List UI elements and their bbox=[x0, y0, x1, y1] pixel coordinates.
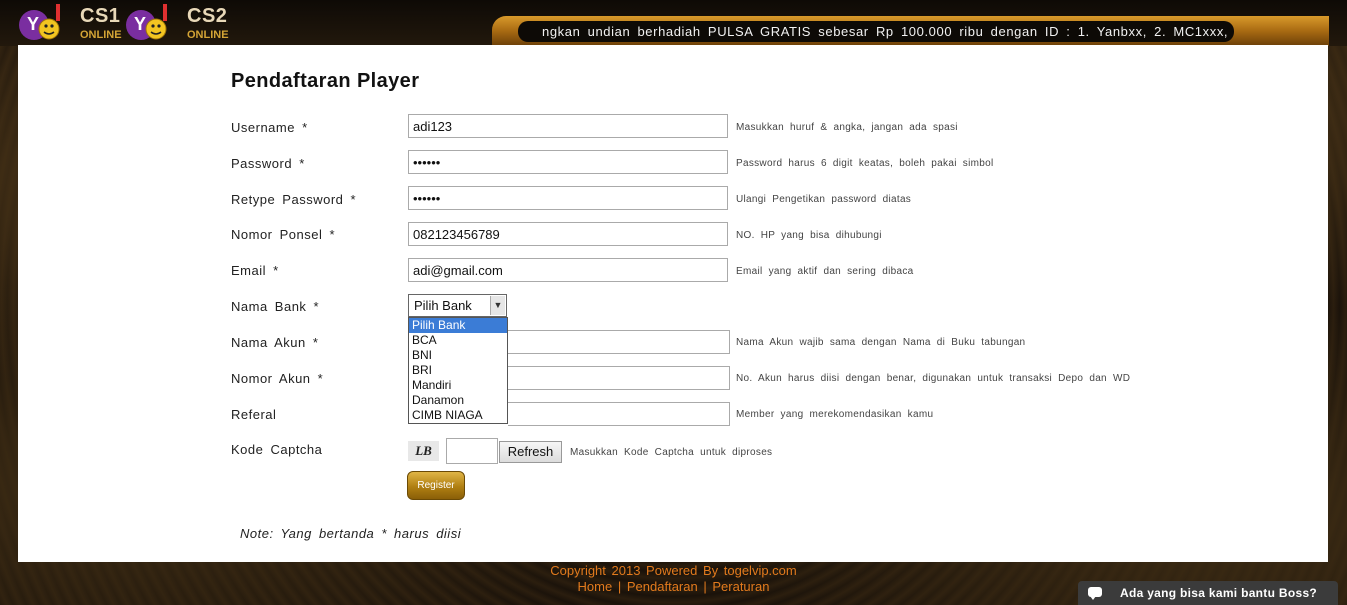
cs2-status: ONLINE bbox=[187, 29, 229, 41]
footer-link-peraturan[interactable]: Peraturan bbox=[712, 579, 769, 594]
bank-option[interactable]: Mandiri bbox=[409, 378, 507, 393]
phone-field[interactable] bbox=[408, 222, 728, 246]
cs1-label: CS1 bbox=[80, 5, 121, 27]
phone-label: Nomor Ponsel * bbox=[231, 227, 336, 242]
captcha-input[interactable] bbox=[446, 438, 498, 464]
cs1-badge[interactable]: Y CS1 ONLINE bbox=[18, 2, 128, 42]
bank-option[interactable]: BCA bbox=[409, 333, 507, 348]
account-name-label: Nama Akun * bbox=[231, 335, 319, 350]
bank-option[interactable]: Pilih Bank bbox=[409, 318, 507, 333]
page-title: Pendaftaran Player bbox=[231, 70, 420, 92]
register-button[interactable]: Register bbox=[407, 471, 465, 500]
email-field[interactable] bbox=[408, 258, 728, 282]
bank-option[interactable]: Danamon bbox=[409, 393, 507, 408]
retype-password-field[interactable] bbox=[408, 186, 728, 210]
footer-link-pendaftaran[interactable]: Pendaftaran bbox=[627, 579, 698, 594]
account-number-hint: No. Akun harus diisi dengan benar, digun… bbox=[736, 373, 1131, 384]
bank-option[interactable]: CIMB NIAGA bbox=[409, 408, 507, 423]
username-label: Username * bbox=[231, 120, 308, 135]
footer-separator: | bbox=[703, 579, 707, 594]
footer-separator: | bbox=[617, 579, 622, 594]
referral-hint: Member yang merekomendasikan kamu bbox=[736, 409, 934, 420]
cs2-label: CS2 bbox=[187, 5, 228, 27]
account-name-hint: Nama Akun wajib sama dengan Nama di Buku… bbox=[736, 337, 1026, 348]
footer-link-home[interactable]: Home bbox=[578, 579, 613, 594]
account-name-field[interactable] bbox=[508, 330, 730, 354]
username-field[interactable] bbox=[408, 114, 728, 138]
username-hint: Masukkan huruf & angka, jangan ada spasi bbox=[736, 122, 958, 133]
yahoo-messenger-smiley-icon: Y bbox=[19, 4, 60, 40]
captcha-hint: Masukkan Kode Captcha untuk diproses bbox=[570, 447, 773, 458]
password-hint: Password harus 6 digit keatas, boleh pak… bbox=[736, 158, 994, 169]
captcha-label: Kode Captcha bbox=[231, 442, 323, 457]
chat-widget[interactable]: Ada yang bisa kami bantu Boss? bbox=[1078, 581, 1338, 605]
yahoo-messenger-smiley-icon: Y bbox=[126, 4, 167, 40]
svg-text:Y: Y bbox=[134, 14, 146, 34]
speech-bubble-icon bbox=[1088, 587, 1102, 600]
chevron-down-icon[interactable]: ▼ bbox=[490, 296, 505, 315]
referral-label: Referal bbox=[231, 407, 277, 422]
footer-copyright: Copyright 2013 Powered By togelvip.com bbox=[550, 563, 797, 578]
account-number-field[interactable] bbox=[508, 366, 730, 390]
bank-label: Nama Bank * bbox=[231, 299, 320, 314]
email-label: Email * bbox=[231, 263, 279, 278]
password-field[interactable] bbox=[408, 150, 728, 174]
captcha-image: LB bbox=[408, 441, 439, 461]
bank-dropdown-list: Pilih Bank BCA BNI BRI Mandiri Danamon C… bbox=[408, 317, 508, 424]
news-ticker: ngkan undian berhadiah PULSA GRATIS sebe… bbox=[518, 21, 1234, 42]
phone-hint: NO. HP yang bisa dihubungi bbox=[736, 230, 882, 241]
bank-option[interactable]: BRI bbox=[409, 363, 507, 378]
svg-text:Y: Y bbox=[27, 14, 39, 34]
retype-password-label: Retype Password * bbox=[231, 192, 357, 207]
retype-password-hint: Ulangi Pengetikan password diatas bbox=[736, 194, 912, 205]
referral-field[interactable] bbox=[508, 402, 730, 426]
cs1-status: ONLINE bbox=[80, 29, 122, 41]
email-hint: Email yang aktif dan sering dibaca bbox=[736, 266, 914, 277]
bank-selected-value: Pilih Bank bbox=[414, 298, 472, 313]
password-label: Password * bbox=[231, 156, 305, 171]
chat-label: Ada yang bisa kami bantu Boss? bbox=[1120, 586, 1318, 600]
required-note: Note: Yang bertanda * harus diisi bbox=[240, 526, 462, 541]
refresh-button[interactable]: Refresh bbox=[499, 441, 562, 463]
cs2-badge[interactable]: Y CS2 ONLINE bbox=[125, 2, 235, 42]
bank-select[interactable]: Pilih Bank ▼ bbox=[408, 294, 507, 317]
account-number-label: Nomor Akun * bbox=[231, 371, 324, 386]
bank-option[interactable]: BNI bbox=[409, 348, 507, 363]
ticker-text: ngkan undian berhadiah PULSA GRATIS sebe… bbox=[542, 24, 1234, 39]
